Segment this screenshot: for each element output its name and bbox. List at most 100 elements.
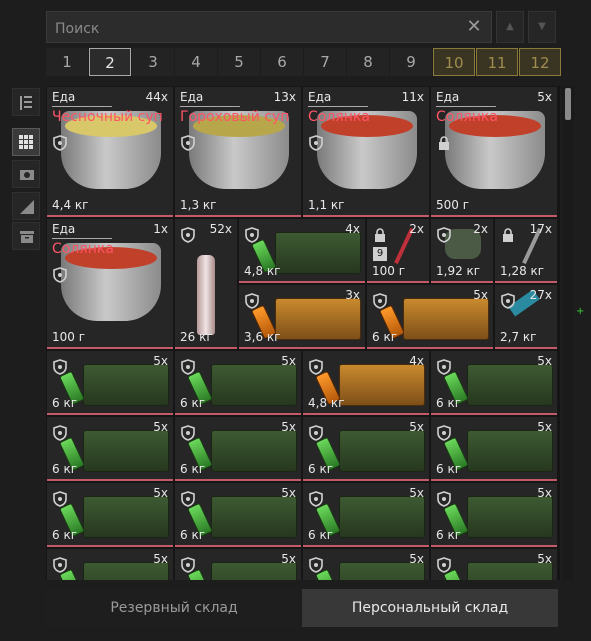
item-underline [47, 413, 173, 415]
item-weight: 6 кг [180, 462, 206, 476]
inventory-item[interactable]: 5x [430, 548, 558, 580]
inventory-item[interactable]: Еда 1x Солянка 100 г [46, 218, 174, 350]
page-tab-8[interactable]: 8 [347, 48, 389, 76]
item-underline [175, 545, 301, 547]
item-underline [175, 347, 237, 349]
item-underline [239, 281, 365, 283]
category-underline [308, 106, 368, 107]
inventory-item[interactable]: 5x 6 кг [46, 416, 174, 482]
page-tab-2[interactable]: 2 [89, 48, 131, 76]
item-weight: 3,6 кг [244, 330, 281, 344]
shield-icon [53, 359, 67, 375]
scrollbar-thumb[interactable] [565, 88, 571, 120]
lock-icon [439, 136, 449, 150]
item-weight: 6 кг [180, 528, 206, 542]
shield-icon [437, 359, 451, 375]
side-tool-columns[interactable] [12, 88, 40, 116]
page-tab-10[interactable]: 10 [433, 48, 475, 76]
item-weight: 6 кг [308, 462, 334, 476]
page-tab-5[interactable]: 5 [218, 48, 260, 76]
category-underline [52, 238, 112, 239]
inventory-item[interactable]: 52x 26 кг [174, 218, 238, 350]
inventory-item[interactable]: 5x 6 кг [302, 416, 430, 482]
inventory-item[interactable]: 5x 6 кг [430, 350, 558, 416]
inventory-item[interactable]: Еда 44x Чесночный суп 4,4 кг [46, 86, 174, 218]
grid-scrollbar[interactable] [562, 86, 574, 580]
sort-down-button[interactable]: ▼ [528, 11, 556, 43]
item-weight: 4,8 кг [244, 264, 281, 278]
inventory-item[interactable]: 5x [302, 548, 430, 580]
item-weight: 6 кг [52, 528, 78, 542]
inventory-item[interactable]: 27x 2,7 кг [494, 284, 558, 350]
inventory-item[interactable]: 5x 6 кг [430, 416, 558, 482]
sort-up-button[interactable]: ▲ [496, 11, 524, 43]
shield-icon [245, 293, 259, 309]
ammo-crate-image [338, 430, 426, 472]
page-tab-1[interactable]: 1 [46, 48, 88, 76]
item-quantity: 5x [537, 552, 552, 566]
side-tool-archive[interactable] [12, 222, 40, 250]
item-name: Гороховый суп [180, 109, 290, 125]
item-quantity: 5x [153, 354, 168, 368]
inventory-item[interactable]: Еда 13x Гороховый суп 1,3 кг [174, 86, 302, 218]
page-tab-7[interactable]: 7 [304, 48, 346, 76]
item-underline [47, 347, 173, 349]
page-tab-12[interactable]: 12 [519, 48, 561, 76]
item-weight: 4,8 кг [308, 396, 345, 410]
inventory-item[interactable]: 5x 6 кг [174, 482, 302, 548]
item-quantity: 4x [409, 354, 424, 368]
inventory-item[interactable]: 5x 6 кг [302, 482, 430, 548]
item-weight: 6 кг [308, 528, 334, 542]
item-weight: 4,4 кг [52, 198, 89, 212]
inventory-item[interactable]: 5x 6 кг [46, 482, 174, 548]
inventory-item[interactable]: Еда 5x Солянка 500 г [430, 86, 558, 218]
tab-reserve-storage[interactable]: Резервный склад [46, 589, 302, 627]
search-input[interactable] [53, 18, 457, 40]
shield-icon [501, 293, 515, 309]
side-tool-ruler[interactable] [12, 192, 40, 220]
page-tab-6[interactable]: 6 [261, 48, 303, 76]
item-quantity: 2x [409, 222, 424, 236]
page-tab-4[interactable]: 4 [175, 48, 217, 76]
item-underline [431, 545, 557, 547]
page-tab-11[interactable]: 11 [476, 48, 518, 76]
ammo-crate-image [210, 364, 298, 406]
shield-icon [373, 293, 387, 309]
item-weight: 1,1 кг [308, 198, 345, 212]
side-tool-grid[interactable] [12, 128, 40, 156]
inventory-item[interactable]: 17x 1,28 кг [494, 218, 558, 284]
item-underline [303, 413, 429, 415]
shield-icon [53, 425, 67, 441]
inventory-item[interactable]: Еда 11x Солянка 1,1 кг [302, 86, 430, 218]
tab-personal-storage[interactable]: Персональный склад [302, 589, 558, 627]
inventory-item[interactable]: 4x 4,8 кг [238, 218, 366, 284]
side-tool-camera[interactable] [12, 160, 40, 188]
page-tab-9[interactable]: 9 [390, 48, 432, 76]
inventory-item[interactable]: 5x 6 кг [430, 482, 558, 548]
inventory-item[interactable]: 5x 6 кг [46, 350, 174, 416]
item-underline [303, 479, 429, 481]
crosshair-icon: + [576, 306, 585, 317]
inventory-item[interactable]: 2x 9 100 г [366, 218, 430, 284]
inventory-item[interactable]: 5x [46, 548, 174, 580]
inventory-item[interactable]: 3x 3,6 кг [238, 284, 366, 350]
inventory-item[interactable]: 2x 1,92 кг [430, 218, 494, 284]
item-weight: 6 кг [436, 528, 462, 542]
item-quantity: 5x [409, 552, 424, 566]
item-weight: 100 г [372, 264, 406, 278]
clear-search-icon[interactable]: ✕ [463, 16, 485, 38]
item-underline [303, 215, 429, 217]
category-underline [52, 106, 112, 107]
item-category: Еда [180, 90, 204, 104]
shield-icon [181, 557, 195, 573]
item-name: Чесночный суп [52, 109, 163, 125]
inventory-item[interactable]: 5x 6 кг [174, 416, 302, 482]
inventory-item[interactable]: 4x 4,8 кг [302, 350, 430, 416]
inventory-item[interactable]: 5x 6 кг [366, 284, 494, 350]
inventory-item[interactable]: 5x [174, 548, 302, 580]
item-underline [175, 413, 301, 415]
ruler-icon [20, 200, 34, 214]
page-tab-3[interactable]: 3 [132, 48, 174, 76]
shield-icon [309, 359, 323, 375]
inventory-item[interactable]: 5x 6 кг [174, 350, 302, 416]
